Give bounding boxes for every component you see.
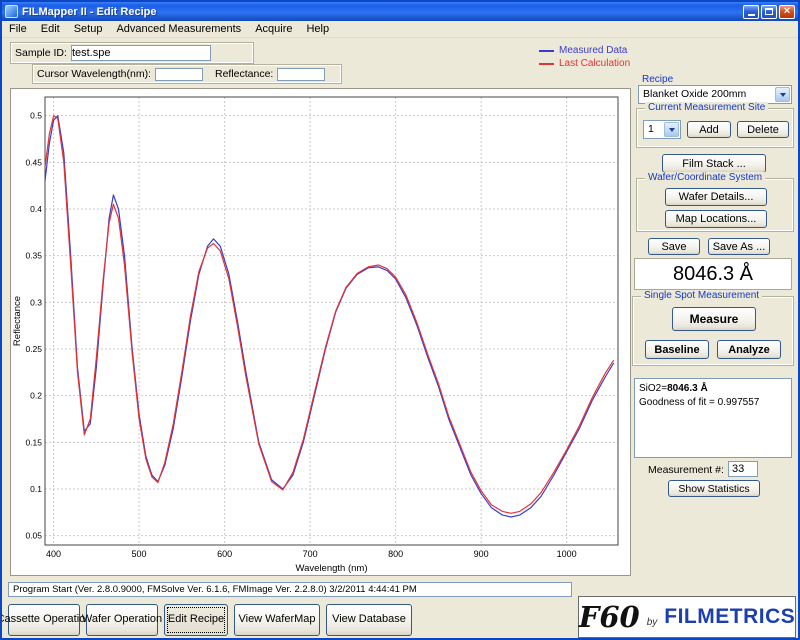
analyze-button[interactable]: Analyze (717, 340, 781, 359)
cursor-reflectance-field[interactable] (277, 68, 325, 81)
nav-wafer-operation-button[interactable]: Wafer Operation (86, 604, 158, 636)
recipe-label: Recipe (642, 74, 673, 85)
svg-text:0.2: 0.2 (30, 391, 42, 401)
delete-site-button[interactable]: Delete (737, 121, 789, 138)
status-bar: Program Start (Ver. 2.8.0.9000, FMSolve … (8, 582, 572, 597)
cursor-wavelength-field[interactable] (155, 68, 203, 81)
svg-text:600: 600 (217, 549, 232, 559)
app-icon (5, 5, 18, 18)
calculation-line-swatch (539, 63, 554, 65)
reflectance-chart[interactable]: 400 500 600 700 800 900 1000 0.05 0.1 0.15 0.2 0.25… (11, 89, 630, 575)
goodness-of-fit-line: Goodness of fit = 0.997557 (639, 396, 787, 410)
svg-text:0.3: 0.3 (30, 297, 42, 307)
measurement-number-field[interactable] (728, 461, 758, 477)
maximize-button[interactable] (761, 5, 777, 19)
measurement-site-group: Current Measurement Site 1 Add Delete (636, 108, 794, 148)
svg-text:0.05: 0.05 (25, 531, 42, 541)
cursor-wavelength-label: Cursor Wavelength(nm): (37, 68, 151, 80)
measurement-site-group-label: Current Measurement Site (645, 102, 768, 113)
svg-text:Reflectance: Reflectance (12, 296, 23, 346)
baseline-button[interactable]: Baseline (645, 340, 709, 359)
save-as-button[interactable]: Save As ... (708, 238, 770, 255)
legend-measured-label: Measured Data (559, 45, 627, 56)
sample-id-label: Sample ID: (15, 47, 67, 59)
sample-id-group: Sample ID: (10, 42, 254, 64)
svg-text:800: 800 (388, 549, 403, 559)
nav-view-database-button[interactable]: View Database (326, 604, 412, 636)
single-spot-group-label: Single Spot Measurement (641, 290, 762, 301)
map-locations-button[interactable]: Map Locations... (665, 210, 767, 228)
instrument-logo: F60 by FILMETRICS (578, 596, 796, 638)
measurement-number-label: Measurement #: (648, 464, 724, 476)
menu-bar: File Edit Setup Advanced Measurements Ac… (2, 21, 798, 38)
wafer-coordinate-group-label: Wafer/Coordinate System (645, 172, 765, 183)
svg-text:400: 400 (46, 549, 61, 559)
wafer-details-button[interactable]: Wafer Details... (665, 188, 767, 206)
cursor-reflectance-label: Reflectance: (215, 68, 273, 80)
f60-logo-text: F60 (579, 600, 640, 634)
legend-calculation-label: Last Calculation (559, 58, 630, 69)
menu-item-setup[interactable]: Setup (67, 22, 110, 36)
window-title: FILMapper II - Edit Recipe (22, 6, 743, 18)
chart-panel[interactable]: 400 500 600 700 800 900 1000 0.05 0.1 0.15 0.2 0.25… (10, 88, 631, 576)
cursor-readout-group: Cursor Wavelength(nm): Reflectance: (32, 64, 342, 84)
recipe-selected-value: Blanket Oxide 200mm (639, 86, 791, 100)
minimize-button[interactable] (743, 5, 759, 19)
filmetrics-logo-text: FILMETRICS (664, 605, 795, 629)
menu-item-edit[interactable]: Edit (34, 22, 67, 36)
svg-text:900: 900 (474, 549, 489, 559)
chevron-down-icon[interactable] (664, 122, 679, 137)
svg-text:0.1: 0.1 (30, 484, 42, 494)
menu-item-help[interactable]: Help (299, 22, 336, 36)
nav-cassette-operation-button[interactable]: Cassette Operation (8, 604, 80, 636)
app-window: FILMapper II - Edit Recipe × File Edit S… (0, 0, 800, 640)
thickness-result-display: 8046.3 Å (634, 258, 792, 290)
svg-text:700: 700 (303, 549, 318, 559)
chevron-down-icon[interactable] (775, 87, 790, 102)
nav-view-wafermap-button[interactable]: View WaferMap (234, 604, 320, 636)
wafer-coordinate-group: Wafer/Coordinate System Wafer Details...… (636, 178, 794, 232)
menu-item-advanced-measurements[interactable]: Advanced Measurements (109, 22, 248, 36)
svg-text:0.5: 0.5 (30, 111, 42, 121)
logo-by-text: by (647, 617, 658, 628)
save-button[interactable]: Save (648, 238, 700, 255)
nav-edit-recipe-button[interactable]: Edit Recipe (164, 604, 228, 636)
svg-text:0.45: 0.45 (25, 157, 42, 167)
svg-text:0.15: 0.15 (25, 437, 42, 447)
measured-line-swatch (539, 50, 554, 52)
sample-id-input[interactable] (71, 45, 211, 61)
svg-text:0.25: 0.25 (25, 344, 42, 354)
legend-measured: Measured Data (539, 44, 630, 57)
svg-text:1000: 1000 (557, 549, 577, 559)
minimize-icon (748, 14, 755, 16)
single-spot-group: Single Spot Measurement Measure Baseline… (632, 296, 794, 366)
menu-item-file[interactable]: File (2, 22, 34, 36)
svg-text:Wavelength (nm): Wavelength (nm) (296, 563, 368, 574)
legend-calculation: Last Calculation (539, 57, 630, 70)
svg-text:500: 500 (132, 549, 147, 559)
title-bar: FILMapper II - Edit Recipe × (2, 2, 798, 21)
site-dropdown[interactable]: 1 (643, 120, 681, 139)
measure-button[interactable]: Measure (672, 307, 756, 331)
film-stack-button[interactable]: Film Stack ... (662, 154, 766, 173)
menu-item-acquire[interactable]: Acquire (248, 22, 299, 36)
maximize-icon (765, 8, 773, 15)
add-site-button[interactable]: Add (687, 121, 731, 138)
svg-text:0.4: 0.4 (30, 204, 42, 214)
chart-legend: Measured Data Last Calculation (539, 44, 630, 70)
show-statistics-button[interactable]: Show Statistics (668, 480, 760, 497)
close-button[interactable]: × (779, 5, 795, 19)
fit-thickness-line: SiO2=8046.3 Å (639, 382, 787, 396)
fit-results-box: SiO2=8046.3 Å Goodness of fit = 0.997557 (634, 378, 792, 458)
svg-text:0.35: 0.35 (25, 251, 42, 261)
